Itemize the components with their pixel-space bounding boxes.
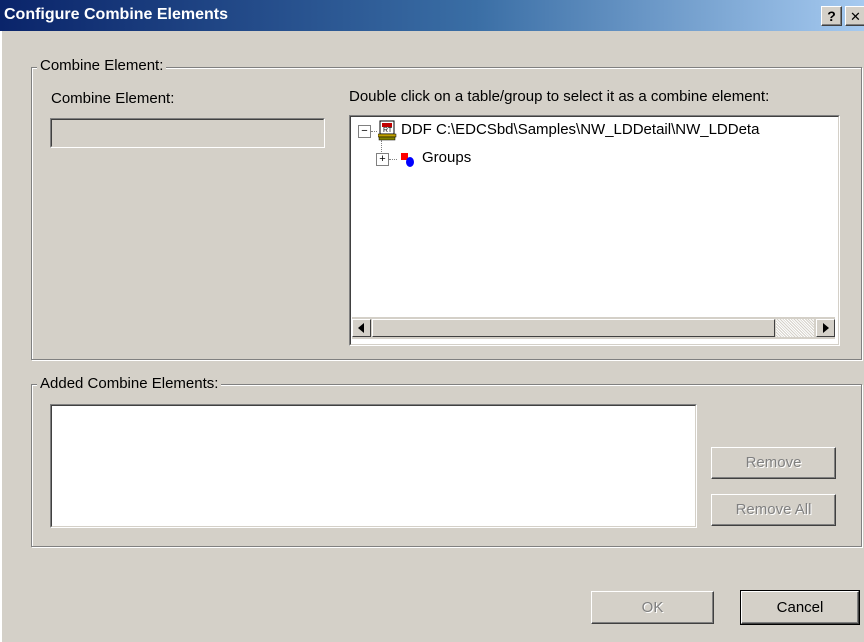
- remove-all-button[interactable]: Remove All: [711, 494, 836, 526]
- tree-connector: [371, 131, 377, 132]
- ddf-file-icon: RT: [377, 120, 397, 141]
- arrow-right-icon: [823, 323, 829, 333]
- arrow-left-icon: [358, 323, 364, 333]
- ok-button[interactable]: OK: [591, 591, 714, 624]
- combine-element-legend: Combine Element:: [37, 57, 167, 74]
- close-button[interactable]: ✕: [845, 6, 864, 26]
- tree-groups-label[interactable]: Groups: [422, 149, 471, 166]
- close-icon: ✕: [850, 9, 861, 24]
- groups-icon: [400, 152, 416, 168]
- added-elements-list-border: [51, 405, 696, 527]
- scroll-right-button[interactable]: [816, 319, 835, 337]
- scroll-left-button[interactable]: [352, 319, 371, 337]
- combine-element-label: Combine Element:: [51, 90, 175, 107]
- added-elements-legend: Added Combine Elements:: [37, 375, 222, 392]
- scroll-thumb[interactable]: [372, 319, 775, 337]
- tree-connector: [389, 159, 397, 160]
- horizontal-scrollbar[interactable]: [352, 317, 835, 339]
- combine-element-field[interactable]: [50, 118, 325, 148]
- remove-button[interactable]: Remove: [711, 447, 836, 479]
- combine-element-field-border: [51, 119, 324, 147]
- tree-connector-vertical: [381, 140, 382, 154]
- title-bar[interactable]: Configure Combine Elements ? ✕: [0, 0, 864, 31]
- cancel-button[interactable]: Cancel: [740, 590, 860, 625]
- scroll-track[interactable]: [776, 319, 814, 337]
- svg-text:RT: RT: [383, 127, 393, 134]
- window-frame-left: [0, 31, 2, 642]
- help-button[interactable]: ?: [821, 6, 842, 26]
- added-elements-list[interactable]: [50, 404, 697, 528]
- collapse-icon[interactable]: −: [358, 125, 371, 138]
- table-tree-view[interactable]: − RT DDF C:\EDCSbd\Samples\NW_LDDetail\N…: [349, 115, 840, 346]
- tree-instruction: Double click on a table/group to select …: [349, 88, 770, 105]
- tree-root-label[interactable]: DDF C:\EDCSbd\Samples\NW_LDDetail\NW_LDD…: [401, 121, 759, 138]
- expand-icon[interactable]: +: [376, 153, 389, 166]
- window-title: Configure Combine Elements: [4, 6, 229, 23]
